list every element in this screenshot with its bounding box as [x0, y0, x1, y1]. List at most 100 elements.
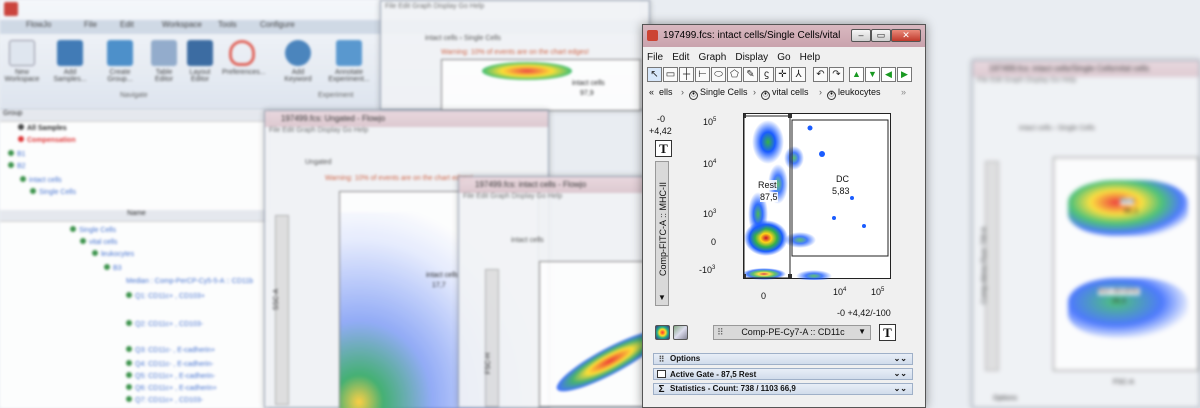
restore-button[interactable]: ▭ — [871, 29, 891, 42]
tree-row-compensation[interactable]: Compensation — [18, 136, 76, 145]
tree-row[interactable]: Single Cells — [70, 226, 116, 235]
next-icon[interactable]: ▶ — [897, 67, 912, 82]
double-chevron-down-icon: ⌄⌄ — [893, 369, 907, 378]
close-button[interactable]: ✕ — [891, 29, 921, 42]
y-axis-selector[interactable]: FSC-H — [485, 269, 499, 407]
minimize-button[interactable]: – — [851, 29, 871, 42]
undo-icon[interactable]: ↶ — [813, 67, 828, 82]
menu-go[interactable]: Go — [777, 52, 790, 63]
gating-toolbar: ↖ ▭ ┼ ⊢ ⬭ ⬠ ✎ ϛ ✛ ⅄ ↶ ↷ ▲ ▼ ◀ ▶ — [647, 67, 921, 83]
tree-row[interactable]: vital cells — [80, 238, 117, 247]
ribbon-tab-file[interactable]: File — [84, 20, 97, 29]
tree-row[interactable]: Q5: CD11c+ , E-cadherin- — [126, 372, 215, 381]
curly-quad-tool-icon[interactable]: ⅄ — [791, 67, 806, 82]
y-transform-button[interactable]: T — [655, 140, 672, 157]
tree-row[interactable]: Q7: CD11c+ , CD103- — [126, 396, 203, 405]
spline-tool-icon[interactable]: ϛ — [759, 67, 774, 82]
range-tool-icon[interactable]: ⊢ — [695, 67, 710, 82]
annotate-experiment-button[interactable]: Annotate Experiment... — [326, 40, 372, 83]
graph-window-leukocytes[interactable]: 197499.fcs: intact cells/Single Cells/vi… — [642, 24, 926, 408]
x-axis-selector[interactable]: ⠿ Comp-PE-Cy7-A :: CD11c ▼ — [713, 325, 871, 340]
menu-file[interactable]: File — [647, 52, 663, 63]
add-samples-button[interactable]: Add Samples... — [50, 40, 90, 83]
y-axis-selector[interactable]: Comp-FITC-A :: MHC-II ▼ — [655, 161, 669, 306]
tree-row[interactable]: Median : Comp-PerCP-Cy5-5-A :: CD11b — [126, 278, 253, 287]
previous-icon[interactable]: ◀ — [881, 67, 896, 82]
tree-row[interactable]: B1 — [8, 150, 26, 159]
preferences-button[interactable]: Preferences... — [222, 40, 266, 76]
tree-row[interactable]: Single Cells — [30, 188, 76, 197]
gate-icon — [92, 250, 98, 256]
ribbon-tab-workspace[interactable]: Workspace — [162, 20, 202, 29]
tree-row[interactable]: Q3: CD11c- , E-cadherin+ — [126, 346, 215, 355]
new-workspace-button[interactable]: New Workspace — [2, 40, 42, 83]
redo-icon[interactable]: ↷ — [829, 67, 844, 82]
y-axis-selector[interactable]: SSC-A — [273, 215, 289, 405]
table-editor-button[interactable]: Table Editor — [144, 40, 184, 83]
tree-row[interactable]: Q4: CD11c- , E-cadherin- — [126, 360, 213, 369]
y-axis-selector[interactable]: Comp-Alexa Fluor 700-A — [981, 161, 999, 371]
ribbon-tab-tools[interactable]: Tools — [218, 20, 237, 29]
plot-area[interactable]: intact cells 97,9 — [441, 59, 641, 111]
breadcrumb-item-vital-cells[interactable]: ⦿ vital cells — [761, 87, 809, 100]
polygon-tool-icon[interactable]: ⬠ — [727, 67, 742, 82]
event-dot — [832, 216, 836, 220]
graph-window-intact-cells[interactable]: 197499.fcs: intact cells - Flowjo File E… — [458, 176, 670, 408]
menu-help[interactable]: Help — [800, 52, 821, 63]
graph-window-right[interactable]: 197499.fcs: intact cells/Single Cells/vi… — [972, 60, 1200, 408]
breadcrumb-item-leukocytes[interactable]: ⦿ leukocytes — [827, 87, 881, 100]
ribbon-tab-flowjo[interactable]: FlowJo — [26, 20, 51, 29]
title-bar[interactable]: 197499.fcs: intact cells/Single Cells/vi… — [643, 25, 925, 47]
menu-graph[interactable]: Graph — [698, 52, 726, 63]
gate-icon — [30, 188, 36, 194]
key-icon — [285, 40, 311, 66]
chevron-down-icon: ▼ — [858, 327, 866, 336]
active-gate-panel-header[interactable]: Active Gate - 87,5 Rest ⌄⌄ — [653, 368, 913, 380]
tree-row[interactable]: B3 — [104, 264, 122, 273]
quadrant-tool-icon[interactable]: ┼ — [679, 67, 694, 82]
quadrant-spider-tool-icon[interactable]: ✛ — [775, 67, 790, 82]
color-map-icon[interactable] — [655, 325, 670, 340]
previous-up-icon[interactable]: ▲ — [849, 67, 864, 82]
create-group-button[interactable]: Create Group... — [100, 40, 140, 83]
layout-editor-button[interactable]: Layout Editor — [180, 40, 220, 83]
tree-row-all-samples[interactable]: All Samples — [18, 124, 67, 133]
gate-icon: ⦿ — [827, 91, 836, 100]
ribbon-tab-edit[interactable]: Edit — [120, 20, 134, 29]
statistics-panel-header[interactable]: Σ Statistics - Count: 738 / 1103 66,9 ⌄⌄ — [653, 383, 913, 395]
event-dot — [807, 125, 813, 131]
tree-name-column[interactable]: Name — [0, 210, 270, 222]
options-panel[interactable]: Options — [993, 395, 1017, 402]
ribbon-tab-configure[interactable]: Configure — [260, 20, 295, 29]
gate-handle — [744, 114, 746, 118]
breadcrumb: intact cells — [511, 237, 544, 244]
breadcrumb-back[interactable]: « — [649, 87, 654, 97]
options-panel-header[interactable]: ⠿ Options ⌄⌄ — [653, 353, 913, 365]
freehand-tool-icon[interactable]: ✎ — [743, 67, 758, 82]
breadcrumb-forward[interactable]: » — [901, 87, 906, 97]
next-down-icon[interactable]: ▼ — [865, 67, 880, 82]
tree-row[interactable]: Q1: CD11c+ , CD103+ — [126, 292, 205, 301]
pointer-tool-icon[interactable]: ↖ — [647, 67, 662, 82]
x-range: -0 +4,42/-100 — [837, 308, 891, 318]
breadcrumb-item-intact-cells[interactable]: ells — [659, 87, 673, 97]
dot-plot[interactable]: Rest 87,5 DC 5,83 — [743, 113, 891, 280]
sample-tree-panel: Group All Samples Compensation B1 B2 int… — [0, 110, 270, 408]
tree-row[interactable]: B2 — [8, 162, 26, 171]
menu-edit[interactable]: Edit — [672, 52, 689, 63]
breadcrumb-item-single-cells[interactable]: ⦿ Single Cells — [689, 87, 748, 100]
graph-window-top[interactable]: File Edit Graph Display Go Help intact c… — [380, 0, 650, 111]
tree-row[interactable]: intact cells — [20, 176, 62, 185]
add-keyword-button[interactable]: Add Keyword — [278, 40, 318, 83]
plot-area[interactable]: Rest 86,3 Non-dendritic 26,3 — [1053, 157, 1199, 371]
menu-display[interactable]: Display — [735, 52, 768, 63]
plot-area[interactable] — [539, 261, 670, 407]
ellipse-tool-icon[interactable]: ⬭ — [711, 67, 726, 82]
tree-row[interactable]: Q6: CD11c+ , E-cadherin+ — [126, 384, 217, 393]
grid-icon: ⠿ — [658, 355, 665, 364]
x-transform-button[interactable]: T — [879, 324, 896, 341]
layers-icon[interactable] — [673, 325, 688, 340]
rectangle-gate-tool-icon[interactable]: ▭ — [663, 67, 678, 82]
tree-row[interactable]: leukocytes — [92, 250, 134, 259]
tree-row[interactable]: Q2: CD11c+ , CD103- — [126, 320, 203, 329]
